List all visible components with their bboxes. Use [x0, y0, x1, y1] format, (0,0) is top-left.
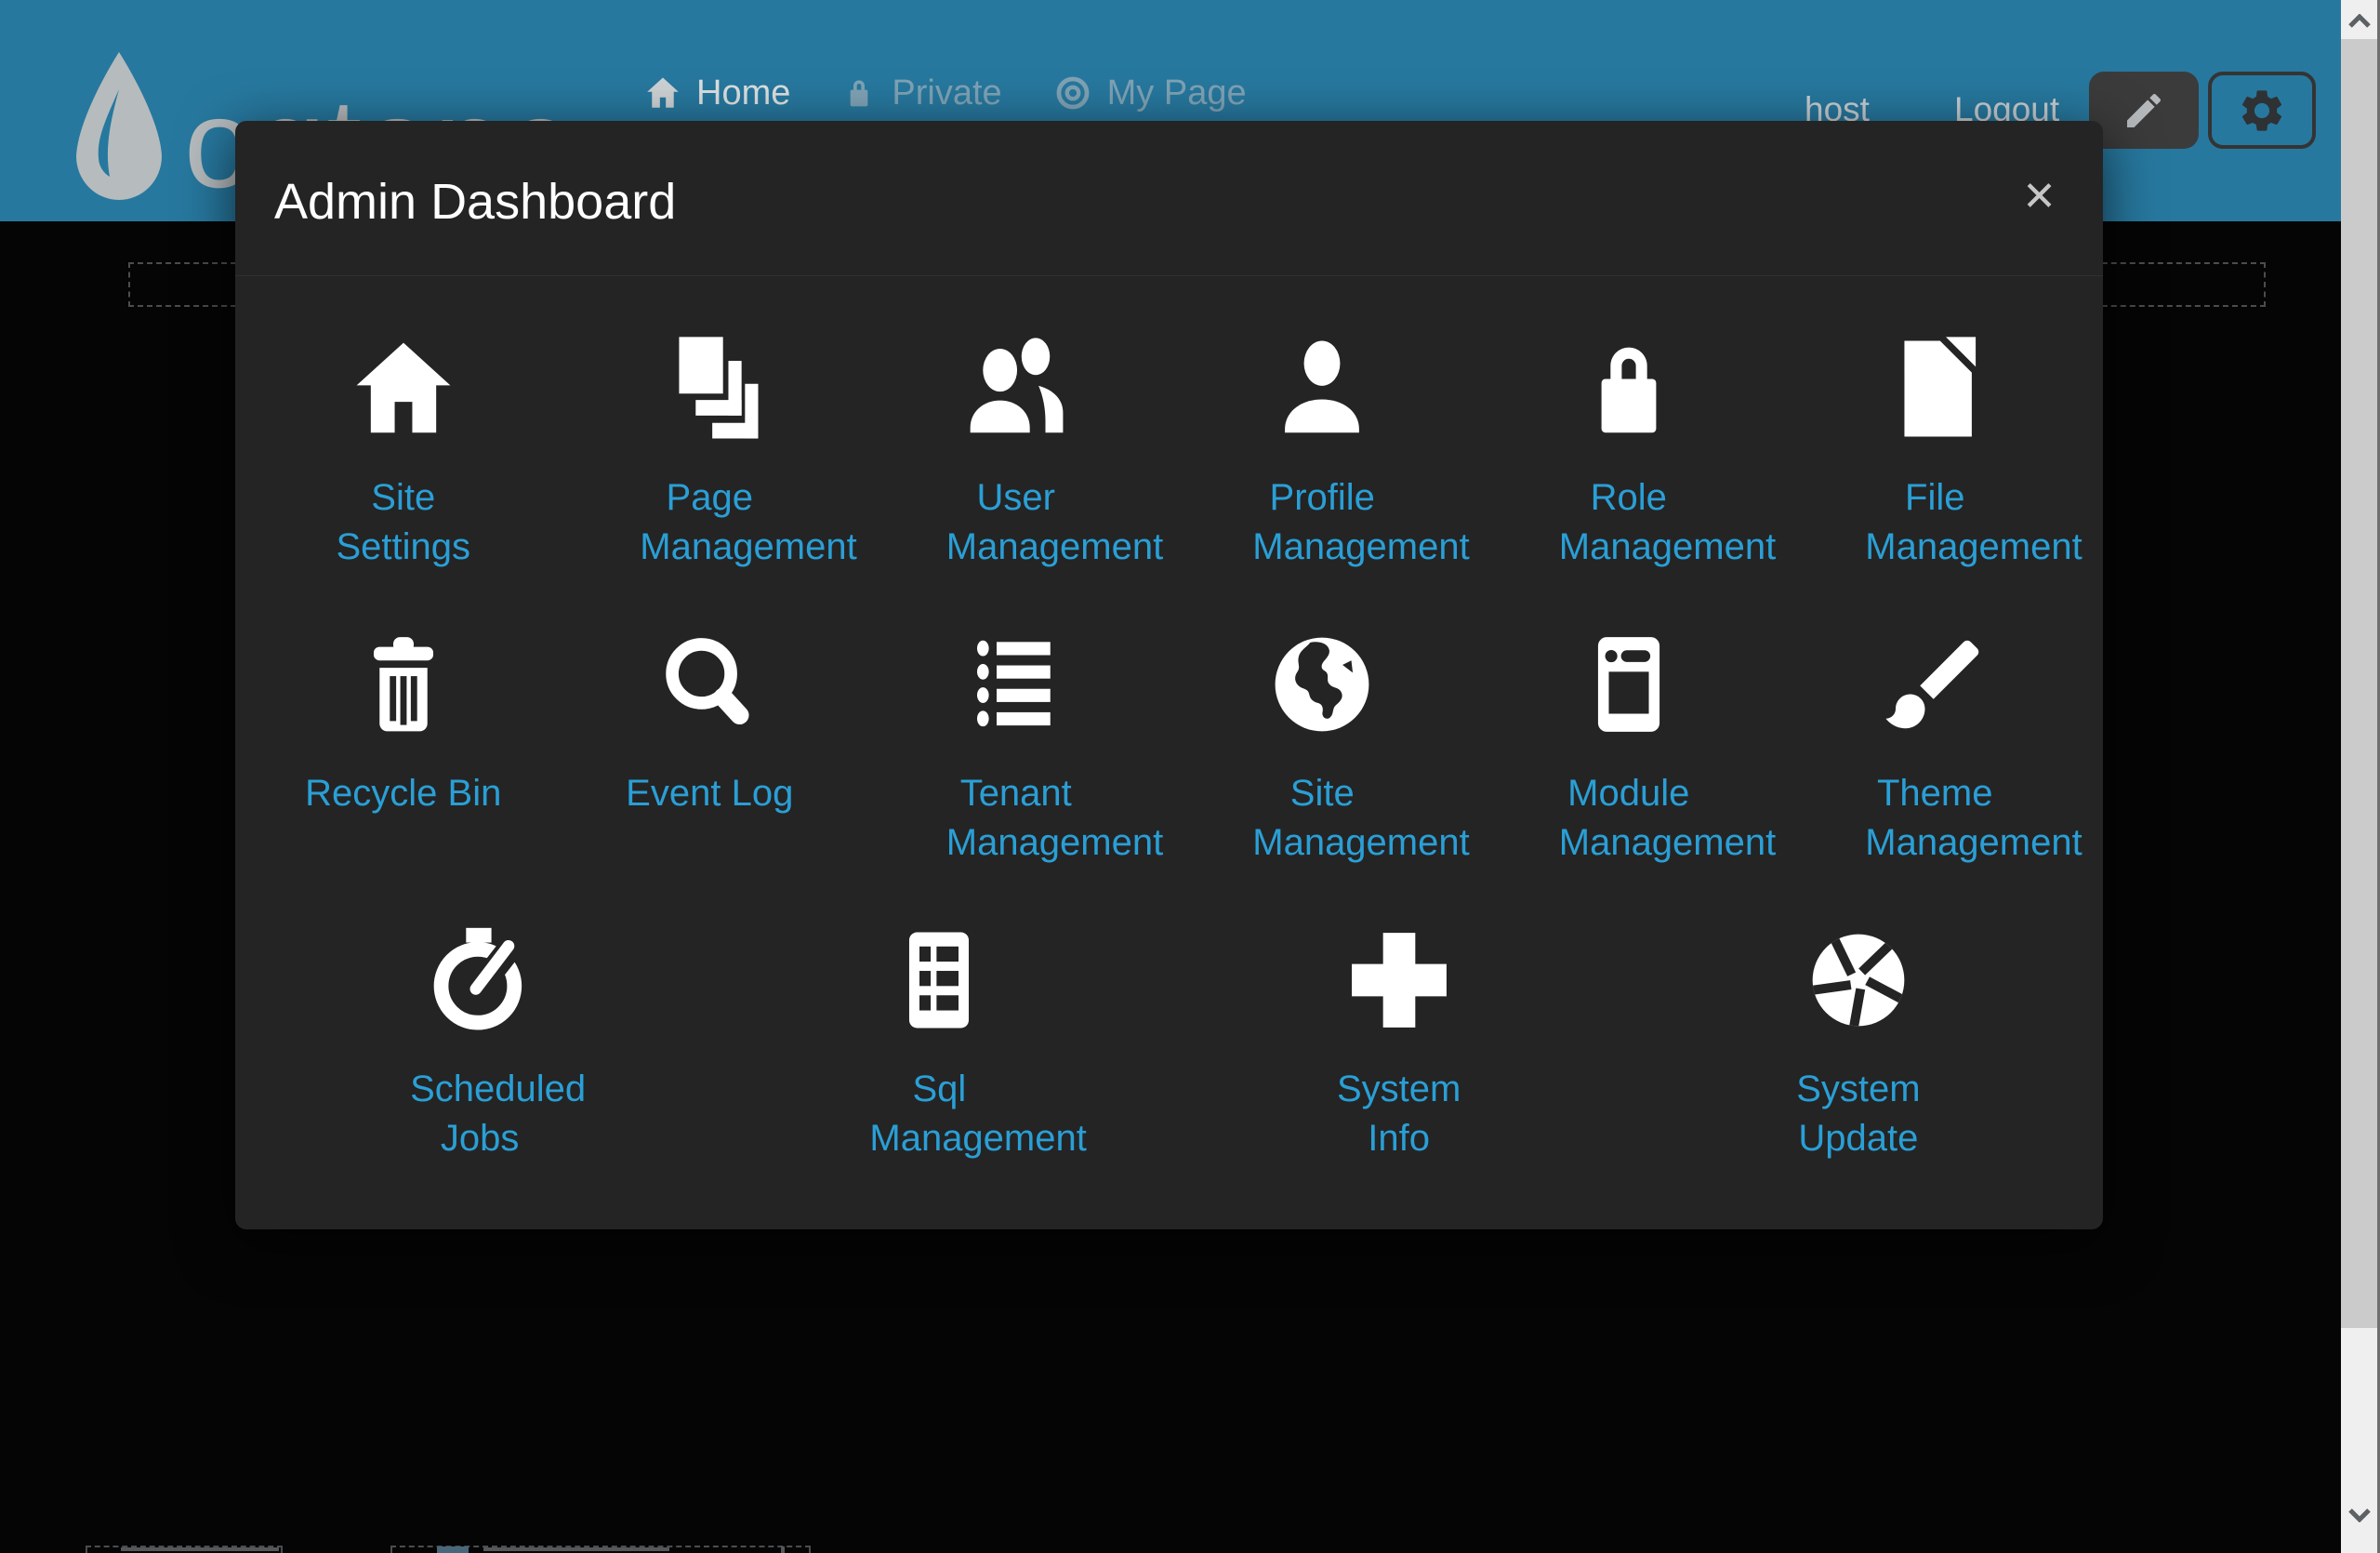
tile-label: Recycle Bin: [305, 769, 501, 818]
admin-dashboard-modal: Admin Dashboard ✕ Site Settings: [235, 121, 2103, 1229]
footer-fragment: [121, 1547, 279, 1551]
tile-site-settings[interactable]: Site Settings: [250, 276, 557, 572]
pages-icon: [651, 330, 768, 447]
tile-file-management[interactable]: File Management: [1782, 276, 2089, 572]
tile-label: Site Management: [1252, 769, 1392, 868]
target-icon: [1052, 73, 1093, 113]
scroll-up-arrow-icon[interactable]: [2341, 2, 2377, 41]
tile-scheduled-jobs[interactable]: Scheduled Jobs: [250, 868, 709, 1163]
nav-item-my-page[interactable]: My Page: [1052, 73, 1247, 113]
tile-label: User Management: [946, 473, 1086, 572]
tile-label: Scheduled Jobs: [410, 1065, 549, 1163]
tile-role-management[interactable]: Role Management: [1475, 276, 1782, 572]
pencil-icon: [2122, 88, 2166, 133]
tile-profile-management[interactable]: Profile Management: [1170, 276, 1476, 572]
file-icon: [1876, 330, 1993, 447]
search-icon: [651, 626, 768, 743]
modal-title: Admin Dashboard: [274, 173, 676, 231]
main-nav: Home Private My Page: [643, 56, 1247, 130]
footer-fragment: [781, 1546, 785, 1553]
lock-icon: [840, 74, 878, 112]
edit-mode-button[interactable]: [2089, 72, 2199, 149]
footer-fragment: [483, 1547, 669, 1551]
tile-theme-management[interactable]: Theme Management: [1782, 572, 2089, 868]
gear-icon: [2237, 86, 2287, 136]
tile-event-log[interactable]: Event Log: [557, 572, 864, 868]
vertical-scrollbar[interactable]: [2341, 0, 2380, 1553]
tile-user-management[interactable]: User Management: [863, 276, 1170, 572]
page: { "colors": { "accent": "#2A9FD6", "head…: [0, 0, 2380, 1553]
tile-recycle-bin[interactable]: Recycle Bin: [250, 572, 557, 868]
lock-icon: [1570, 330, 1687, 447]
timer-icon: [421, 922, 538, 1039]
tiles-row-1: Site Settings Page Management: [250, 276, 2088, 572]
nav-item-home[interactable]: Home: [643, 73, 790, 113]
module-icon: [1570, 626, 1687, 743]
footer-fragment: [437, 1546, 469, 1553]
settings-button[interactable]: [2208, 72, 2316, 149]
aperture-icon: [1800, 922, 1917, 1039]
trash-icon: [345, 626, 462, 743]
tile-sql-management[interactable]: Sql Management: [709, 868, 1169, 1163]
tile-label: Site Settings: [334, 473, 473, 572]
tile-label: Sql Management: [869, 1065, 1009, 1163]
tile-label: Tenant Management: [946, 769, 1086, 868]
nav-label: My Page: [1107, 73, 1247, 113]
tile-tenant-management[interactable]: Tenant Management: [863, 572, 1170, 868]
users-icon: [958, 330, 1075, 447]
scrollbar-thumb[interactable]: [2341, 39, 2377, 1328]
home-icon: [643, 73, 682, 113]
tile-label: Module Management: [1559, 769, 1699, 868]
tile-label: File Management: [1865, 473, 2004, 572]
home-icon: [345, 330, 462, 447]
tile-system-info[interactable]: System Info: [1170, 868, 1629, 1163]
nav-label: Private: [892, 73, 1001, 113]
tile-site-management[interactable]: Site Management: [1170, 572, 1476, 868]
plus-icon: [1341, 922, 1458, 1039]
tile-module-management[interactable]: Module Management: [1475, 572, 1782, 868]
tile-page-management[interactable]: Page Management: [557, 276, 864, 572]
tile-label: Event Log: [626, 769, 793, 818]
tile-label: System Info: [1329, 1065, 1469, 1163]
droplet-icon: [69, 48, 169, 212]
scroll-down-arrow-icon[interactable]: [2341, 1495, 2377, 1534]
person-icon: [1263, 330, 1381, 447]
tile-label: System Update: [1789, 1065, 1928, 1163]
table-icon: [880, 922, 998, 1039]
tile-system-update[interactable]: System Update: [1629, 868, 2088, 1163]
tile-label: Theme Management: [1865, 769, 2004, 868]
tile-label: Profile Management: [1252, 473, 1392, 572]
brush-icon: [1876, 626, 1993, 743]
modal-body: Site Settings Page Management: [235, 276, 2103, 1163]
globe-icon: [1263, 626, 1381, 743]
close-icon[interactable]: ✕: [2022, 177, 2056, 218]
cutoff-footer-fragments: [0, 1536, 2338, 1553]
tile-label: Page Management: [640, 473, 779, 572]
nav-label: Home: [696, 73, 790, 113]
tiles-row-2: Recycle Bin Event Log: [250, 572, 2088, 868]
nav-item-private[interactable]: Private: [840, 73, 1001, 113]
modal-header: Admin Dashboard ✕: [235, 121, 2103, 276]
tile-label: Role Management: [1559, 473, 1699, 572]
list-icon: [958, 626, 1075, 743]
tiles-row-3: Scheduled Jobs Sql Management: [250, 868, 2088, 1163]
